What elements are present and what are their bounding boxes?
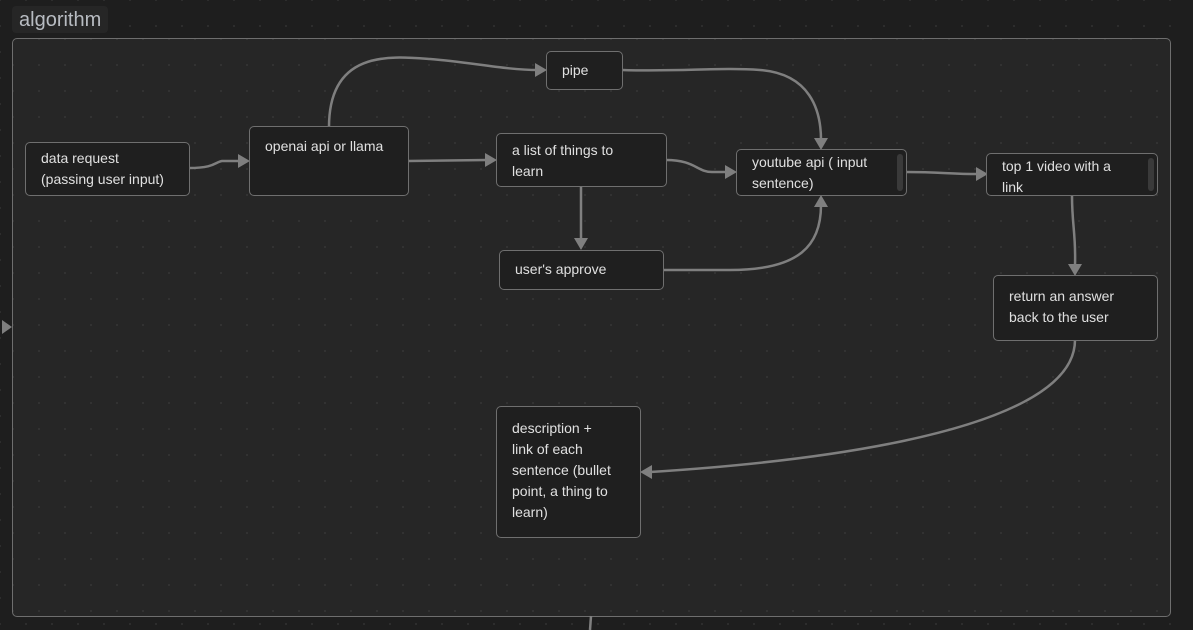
node-text: openai api or llama [265,138,384,154]
node-youtube-api[interactable]: youtube api ( input sentence) [736,149,907,196]
node-text: data request (passing user input) [41,150,164,187]
edge-youtube-api-to-top-video[interactable] [905,170,979,176]
edge-external-bottom[interactable] [588,615,593,630]
node-data-request[interactable]: data request (passing user input) [25,142,190,196]
edge-pipe-to-youtube-api[interactable] [621,67,823,141]
node-text: top 1 video with a link [1002,158,1111,195]
arrow-head [814,195,828,207]
edge-return-answer-to-description[interactable] [649,339,1077,474]
node-list-of-things[interactable]: a list of things to learn [496,133,667,187]
node-text: a list of things to learn [512,142,614,179]
node-openai-api[interactable]: openai api or llama [249,126,409,196]
edge-top-video-to-return-answer[interactable] [1070,195,1077,266]
node-text: return an answer back to the user [1009,288,1115,325]
arrow-head [640,465,652,479]
external-arrow-head [2,320,12,334]
node-text: description + link of each sentence (bul… [512,420,611,520]
arrow-head [574,238,588,250]
edge-list-to-youtube-api[interactable] [665,158,728,174]
node-text: youtube api ( input sentence) [752,154,868,191]
edge-openai-api-to-pipe[interactable] [327,56,539,128]
node-return-answer[interactable]: return an answer back to the user [993,275,1158,341]
node-pipe[interactable]: pipe [546,51,623,90]
node-description[interactable]: description + link of each sentence (bul… [496,406,641,538]
edge-users-approve-to-youtube-api[interactable] [663,204,823,272]
node-scrollbar[interactable] [1148,158,1154,191]
node-scrollbar[interactable] [897,154,903,191]
node-users-approve[interactable]: user's approve [499,250,664,290]
node-text: pipe [562,62,589,78]
node-text: user's approve [515,261,607,277]
edge-openai-api-to-list[interactable] [407,158,488,163]
node-top-video[interactable]: top 1 video with a link [986,153,1158,196]
edge-data-request-to-openai-api[interactable] [188,159,240,170]
